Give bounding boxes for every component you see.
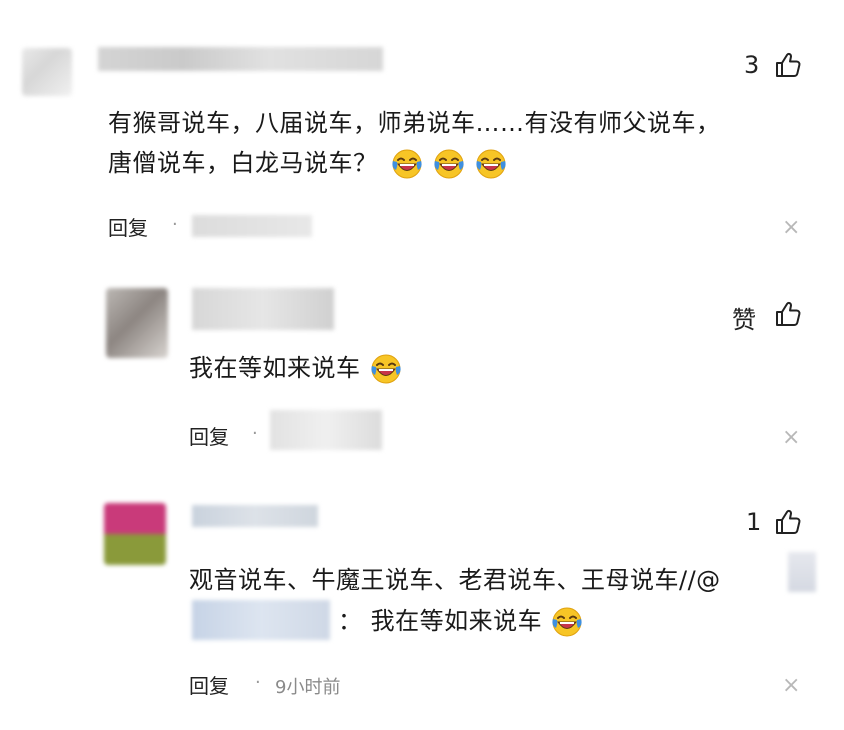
avatar[interactable] — [22, 48, 72, 96]
thumbs-up-icon[interactable] — [774, 51, 802, 79]
laughing-tears-emoji — [474, 147, 508, 181]
laughing-tears-emoji — [550, 605, 584, 639]
comment-text-content: 我在等如来说车 — [189, 354, 361, 382]
thumbs-up-icon[interactable] — [774, 508, 802, 536]
reply-button[interactable]: 回复 — [189, 421, 229, 450]
reply-button[interactable]: 回复 — [189, 670, 229, 699]
close-icon[interactable]: × — [782, 215, 800, 240]
like-label: 赞 — [732, 306, 756, 334]
reply-button[interactable]: 回复 — [108, 212, 148, 241]
mention-overflow — [788, 552, 816, 592]
comment-text-line-2-text: 唐僧说车，白龙马说车？ — [108, 149, 378, 177]
comment-text-line-1: 观音说车、牛魔王说车、老君说车、王母说车//@ — [189, 566, 721, 594]
mention-username[interactable] — [192, 600, 330, 640]
timestamp: 9小时前 — [275, 677, 341, 698]
close-icon[interactable]: × — [782, 425, 800, 450]
avatar[interactable] — [104, 503, 166, 565]
meta-info — [270, 410, 382, 450]
laughing-tears-emoji — [432, 147, 466, 181]
separator-dot: · — [255, 672, 261, 693]
username[interactable] — [98, 47, 383, 71]
laughing-tears-emoji — [390, 147, 424, 181]
like-count: 1 — [746, 508, 762, 536]
thumbs-up-icon[interactable] — [774, 300, 802, 328]
meta-info — [192, 215, 312, 237]
comment-text-line-1: 有猴哥说车，八届说车，师弟说车……有没有师父说车， — [108, 109, 721, 137]
avatar[interactable] — [106, 288, 168, 358]
comment-text: 我在等如来说车 — [189, 350, 403, 386]
like-count: 3 — [744, 51, 760, 79]
comment-text-line-2: 唐僧说车，白龙马说车？ — [108, 145, 808, 181]
laughing-tears-emoji — [369, 352, 403, 386]
quoted-reply: ： 我在等如来说车 — [338, 603, 584, 639]
comment-text: 有猴哥说车，八届说车，师弟说车……有没有师父说车， 唐僧说车，白龙马说车？ — [108, 105, 808, 181]
quote-separator: ： — [338, 607, 363, 635]
username[interactable] — [192, 505, 318, 527]
username[interactable] — [192, 288, 334, 330]
separator-dot: · — [252, 423, 258, 444]
close-icon[interactable]: × — [782, 673, 800, 698]
quoted-text: 我在等如来说车 — [370, 607, 543, 635]
separator-dot: · — [172, 214, 178, 235]
